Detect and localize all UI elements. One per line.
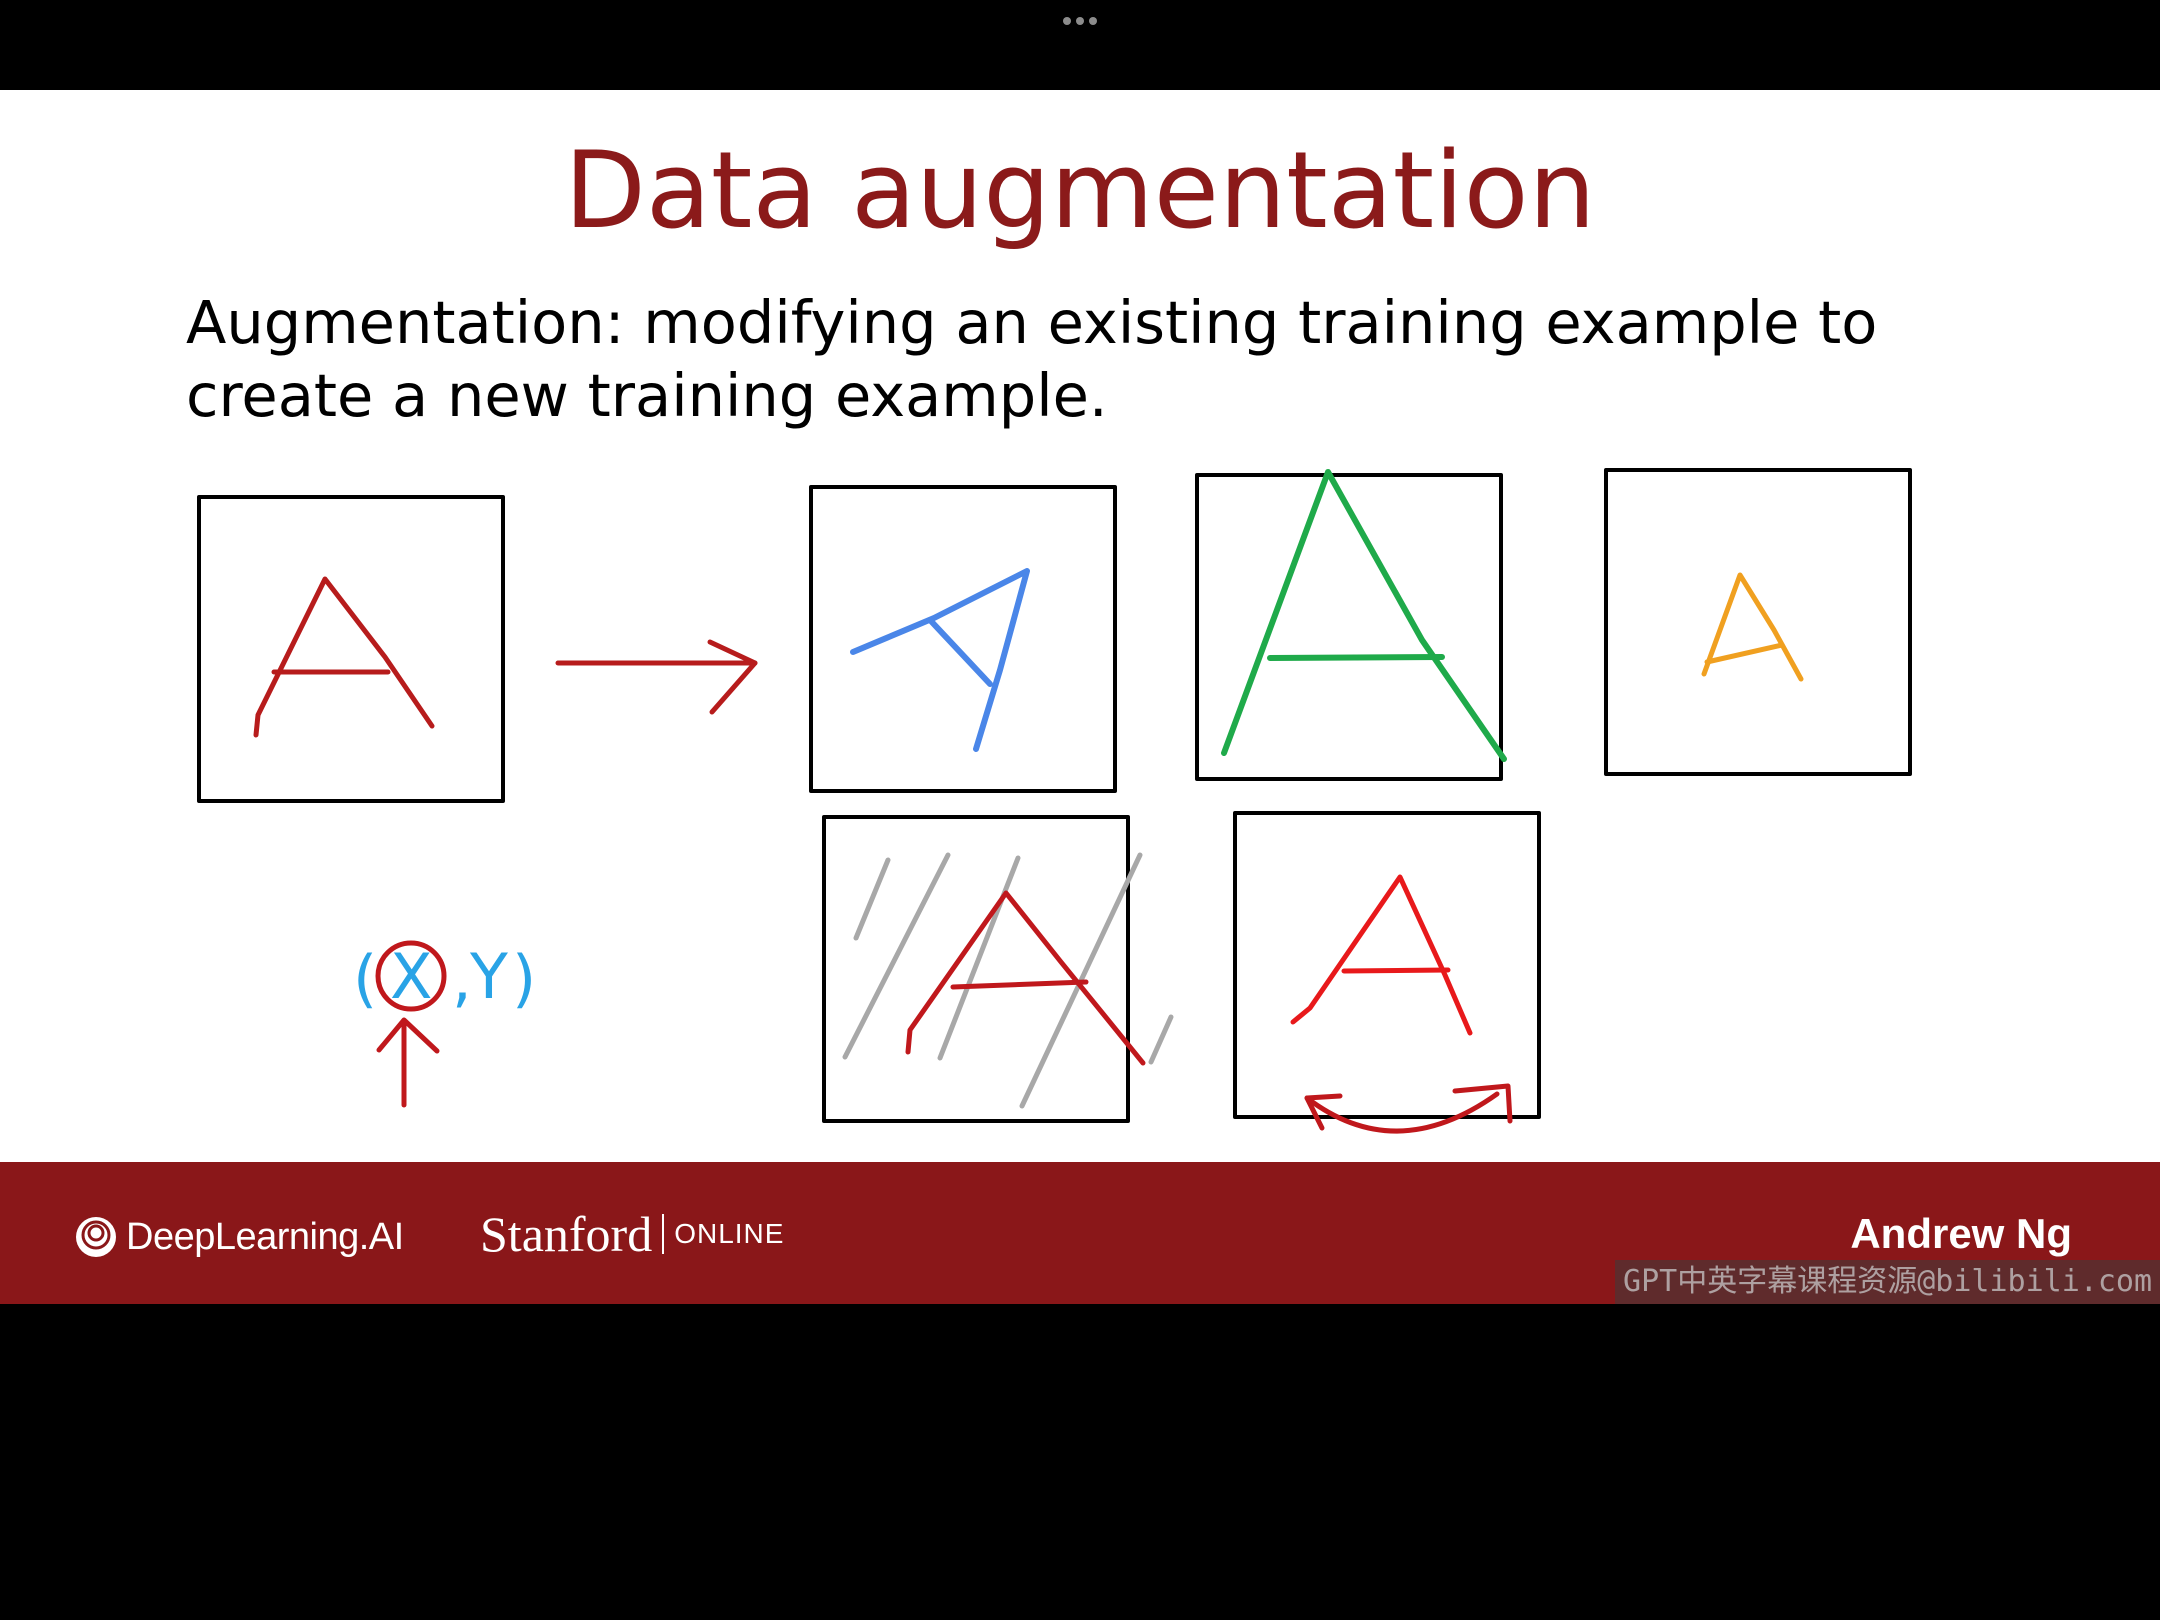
original-frame bbox=[197, 495, 505, 803]
x-letter: X bbox=[390, 940, 432, 1013]
more-options-icon[interactable] bbox=[1055, 8, 1105, 32]
transform-arrow-icon bbox=[555, 639, 758, 715]
watermark: GPT中英字幕课程资源@bilibili.com bbox=[1615, 1260, 2160, 1304]
shrunk-frame bbox=[1604, 468, 1912, 776]
rotated-letter-a bbox=[850, 568, 1030, 752]
online-label: ONLINE bbox=[674, 1218, 785, 1249]
comma: , bbox=[452, 942, 472, 1015]
y-letter: Y bbox=[469, 940, 508, 1013]
enlarged-letter-a bbox=[1221, 469, 1507, 762]
flip-arrow-icon bbox=[1304, 1083, 1513, 1134]
stanford-online-logo: Stanford ONLINE bbox=[480, 1204, 784, 1264]
logo-divider bbox=[662, 1214, 665, 1254]
flipped-frame bbox=[1233, 811, 1541, 1119]
deeplearning-logo-icon bbox=[76, 1217, 116, 1257]
top-bar bbox=[0, 0, 2160, 90]
player-background bbox=[0, 1304, 2160, 1620]
shrunk-letter-a bbox=[1701, 572, 1804, 682]
augmentation-drawing: ( X , Y ) bbox=[197, 468, 1912, 1134]
original-letter-a bbox=[253, 576, 435, 738]
paren-close: ) bbox=[512, 942, 536, 1015]
slide-footer: DeepLearning.AI Stanford ONLINE Andrew N… bbox=[0, 1162, 2160, 1304]
paren-open: ( bbox=[353, 942, 377, 1015]
presenter-name: Andrew Ng bbox=[1850, 1210, 2072, 1257]
flipped-letter-a bbox=[1290, 874, 1473, 1036]
stanford-label: Stanford bbox=[480, 1206, 653, 1262]
enlarged-frame bbox=[1195, 473, 1503, 781]
deeplearning-label: DeepLearning.AI bbox=[126, 1215, 404, 1258]
rotated-frame bbox=[809, 485, 1117, 793]
slide: Data augmentation Augmentation: modifyin… bbox=[0, 90, 2160, 1162]
input-arrow-icon bbox=[376, 1017, 440, 1108]
deeplearning-logo: DeepLearning.AI bbox=[74, 1212, 404, 1262]
